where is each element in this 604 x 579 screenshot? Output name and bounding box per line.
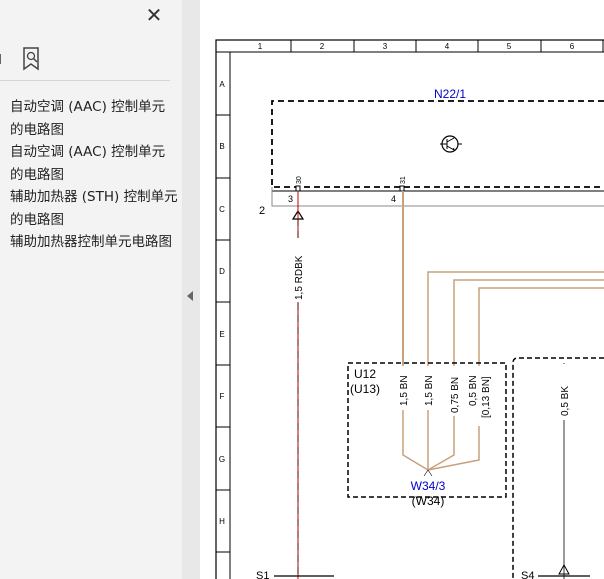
toolbar-dropdown-icon[interactable] [0, 54, 5, 64]
switch-s4-label: S4 [521, 570, 534, 579]
outline-item-heater[interactable]: 辅助加热器控制单元电路图 [10, 231, 178, 254]
wire-bn-2-label: 1,5 BN [424, 375, 435, 406]
outline-item-aac-1[interactable]: 自动空调 (AAC) 控制单元的电路图 [10, 96, 178, 141]
component-n22-label: N22/1 [434, 87, 466, 101]
row-label-f: F [220, 392, 225, 401]
bookmark-search-icon[interactable] [20, 46, 44, 72]
outline-list: 自动空调 (AAC) 控制单元的电路图 自动空调 (AAC) 控制单元的电路图 … [10, 96, 178, 254]
col-label-4: 4 [445, 42, 450, 51]
component-u12-label: U12 [354, 367, 376, 381]
close-icon[interactable]: ✕ [143, 4, 165, 26]
row-label-g: G [219, 455, 225, 464]
col-label-1: 1 [258, 42, 263, 51]
row-label-d: D [219, 267, 225, 276]
col-label-2: 2 [320, 42, 325, 51]
row-label-a: A [219, 80, 225, 89]
outline-sidebar: ✕ 自动空调 (AAC) 控制单元的电路图 自动空调 (AAC) 控制单元的电路… [0, 0, 183, 579]
collapse-arrow-icon[interactable] [187, 291, 193, 301]
outline-item-aac-2[interactable]: 自动空调 (AAC) 控制单元的电路图 [10, 141, 178, 186]
pin-30-label: 30 [296, 176, 303, 184]
pin-4-label: 4 [391, 194, 396, 204]
outline-item-sth[interactable]: 辅助加热器 (STH) 控制单元的电路图 [10, 186, 178, 231]
wire-rdbk-label: 1,5 RDBK [294, 255, 305, 300]
pin-3-label: 3 [288, 194, 293, 204]
row-label-e: E [219, 330, 224, 339]
col-label-3: 3 [383, 42, 388, 51]
ground-point-w34-3-label: W34/3 [411, 479, 446, 493]
ground-point-w34-label: (W34) [412, 494, 445, 508]
pin-31-label: 31 [400, 176, 407, 184]
ground-symbol [440, 135, 462, 153]
col-label-6: 6 [570, 42, 575, 51]
connector-2-label: 2 [259, 205, 265, 217]
switch-s1-label: S1 [256, 570, 269, 579]
wire-bn-1-label: 1,5 BN [399, 375, 410, 406]
row-label-c: C [219, 205, 225, 214]
col-label-5: 5 [507, 42, 512, 51]
wire-bk-label: 0,5 BK [560, 386, 571, 416]
panel-splitter[interactable] [182, 0, 200, 579]
wire-bn-4-label: 0,5 BN [468, 375, 479, 406]
component-u13-label: (U13) [350, 382, 380, 396]
wire-bn-3-label: 0,75 BN [450, 377, 461, 413]
row-label-b: B [219, 142, 224, 151]
document-page: 1 2 3 4 5 6 A B C D E F G H N22/1 30 31 … [200, 0, 604, 579]
wiring-diagram: 1 2 3 4 5 6 A B C D E F G H N22/1 30 31 … [215, 39, 604, 579]
wire-bn-4b-label: [0,13 BN] [481, 376, 492, 418]
row-label-h: H [219, 517, 225, 526]
